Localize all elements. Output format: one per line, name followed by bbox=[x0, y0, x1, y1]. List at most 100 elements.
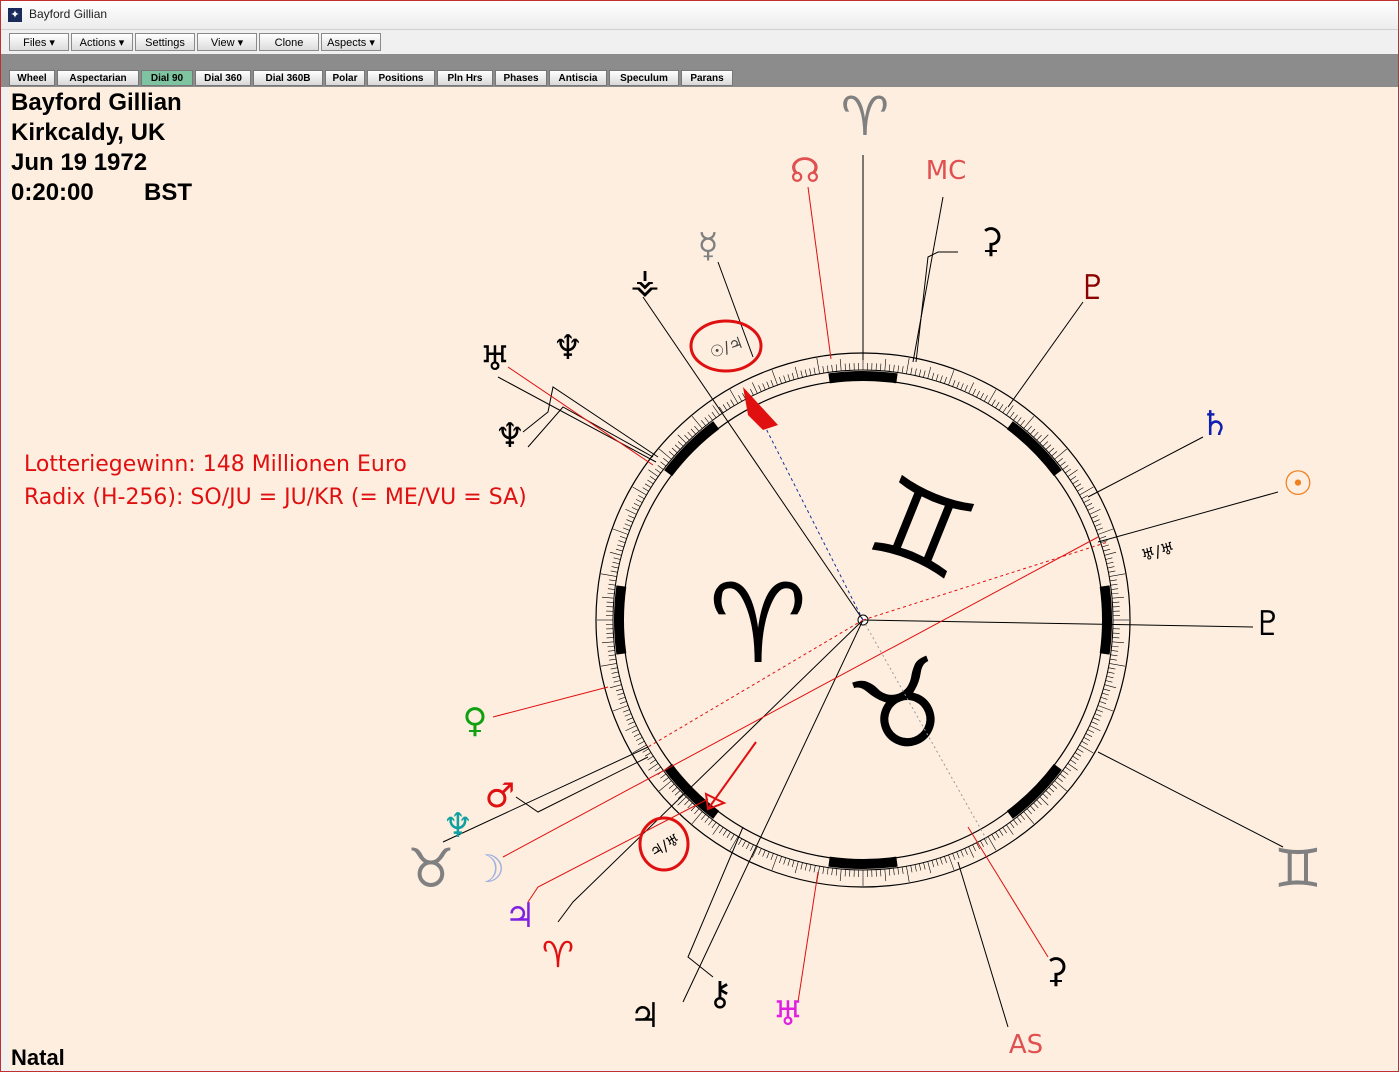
dial-tick bbox=[998, 404, 1004, 411]
dial-tick bbox=[897, 867, 900, 875]
inner-sign-taurus: ♉ bbox=[835, 632, 971, 786]
dial-tick bbox=[609, 658, 617, 661]
tab-wheel[interactable]: Wheel bbox=[9, 70, 55, 86]
glyph-aries-point[interactable]: ♈ bbox=[542, 935, 574, 976]
inner-sign-gemini: ♊ bbox=[853, 451, 992, 607]
dial-tick bbox=[649, 759, 656, 764]
glyph-saturn[interactable]: ♄ bbox=[1200, 404, 1230, 444]
dial-tick bbox=[758, 848, 762, 855]
dial-tick bbox=[1002, 406, 1007, 413]
dial-tick bbox=[1062, 465, 1069, 470]
dial-tick bbox=[1070, 759, 1077, 764]
tab-speculum[interactable]: Speculum bbox=[609, 70, 679, 86]
glyph-venus[interactable]: ♀ bbox=[463, 701, 488, 741]
line-as bbox=[957, 861, 1009, 1028]
dial-tick bbox=[746, 842, 750, 850]
tab-polar[interactable]: Polar bbox=[325, 70, 365, 86]
dial-tick bbox=[1026, 425, 1032, 432]
files-menu-button[interactable]: Files ▾ bbox=[9, 33, 69, 51]
dial-tick bbox=[944, 856, 947, 864]
dial-tick bbox=[1104, 551, 1117, 556]
glyph-kronos[interactable]: ♅ bbox=[480, 339, 510, 379]
dial-tick bbox=[918, 369, 922, 377]
glyph-ceres[interactable]: ⚳ bbox=[979, 221, 1004, 261]
view-menu-button[interactable]: View ▾ bbox=[197, 33, 257, 51]
dial-segment bbox=[1099, 585, 1113, 655]
dial-tick bbox=[826, 867, 829, 875]
dial-tick bbox=[1033, 431, 1039, 438]
dial-tick bbox=[771, 369, 778, 386]
glyph-chiron[interactable]: ⚷ bbox=[708, 974, 733, 1014]
glyph-as[interactable]: AS bbox=[1009, 1030, 1043, 1060]
dial-tick bbox=[1079, 744, 1094, 754]
dial-tick bbox=[635, 737, 643, 741]
glyph-moon[interactable]: ☽ bbox=[471, 847, 505, 891]
dial-tick bbox=[674, 444, 681, 450]
glyph-neptune[interactable]: ♆ bbox=[443, 806, 473, 846]
dial-tick bbox=[995, 401, 1000, 409]
glyph-pluto[interactable]: ♇ bbox=[1078, 268, 1108, 308]
glyph-apollon[interactable]: ⚶ bbox=[631, 262, 660, 302]
dial-tick bbox=[638, 495, 645, 500]
line-zeus-red bbox=[967, 826, 1049, 958]
dial-tick bbox=[835, 868, 838, 876]
chart-canvas[interactable]: Bayford Gillian Kirkcaldy, UK Jun 19 197… bbox=[8, 87, 1397, 1070]
dial-tick bbox=[931, 372, 935, 380]
dial-tick bbox=[1087, 507, 1095, 511]
settings-button[interactable]: Settings bbox=[135, 33, 195, 51]
dial-tick bbox=[1016, 417, 1022, 424]
tab-parans[interactable]: Parans bbox=[681, 70, 733, 86]
glyph-node[interactable]: ☊ bbox=[790, 151, 820, 191]
glyph-hades[interactable]: ♇ bbox=[1253, 604, 1283, 644]
arrow-head-lower bbox=[704, 792, 727, 811]
dial-tick bbox=[1106, 675, 1114, 679]
midpoint-sun-jupiter: ☉/♃ bbox=[707, 333, 746, 363]
glyph-poseidon[interactable]: ♆ bbox=[495, 416, 525, 456]
line-venus bbox=[492, 686, 609, 718]
glyph-mercury[interactable]: ☿ bbox=[698, 226, 719, 266]
dial-tick bbox=[668, 783, 675, 789]
dial-tick bbox=[1059, 773, 1066, 779]
dial-tick bbox=[1101, 544, 1109, 548]
dial-segment bbox=[664, 421, 720, 477]
dial-tick bbox=[613, 557, 621, 560]
dial-tick bbox=[1111, 592, 1119, 595]
dial-tick bbox=[708, 819, 713, 826]
dial-tick bbox=[671, 447, 678, 453]
glyph-sun[interactable]: ☉ bbox=[1283, 464, 1313, 504]
dial-tick bbox=[694, 425, 700, 432]
dial-tick bbox=[888, 868, 891, 876]
tab-pln-hrs[interactable]: Pln Hrs bbox=[437, 70, 493, 86]
dial-tick bbox=[983, 395, 988, 402]
dial-tick bbox=[687, 431, 693, 438]
dial-pointer-arrow[interactable] bbox=[743, 387, 778, 430]
title-bar[interactable]: ✦ Bayford Gillian bbox=[1, 1, 1398, 30]
point-lines bbox=[442, 155, 1284, 1028]
actions-menu-button[interactable]: Actions ▾ bbox=[71, 33, 133, 51]
dial-tick bbox=[800, 862, 803, 870]
glyph-vulcanus[interactable]: ⚳ bbox=[1044, 951, 1069, 991]
dial-tick bbox=[618, 696, 626, 700]
clone-button[interactable]: Clone bbox=[259, 33, 319, 51]
glyph-uranus[interactable]: ♅ bbox=[773, 994, 803, 1034]
dial-tick bbox=[626, 519, 633, 523]
glyph-mars[interactable]: ♂ bbox=[485, 776, 515, 816]
glyph-jupiter[interactable]: ♃ bbox=[505, 896, 535, 936]
glyph-zeus-bottom[interactable]: ♃ bbox=[630, 996, 660, 1036]
dial-tick bbox=[622, 527, 630, 531]
aspects-menu-button[interactable]: Aspects ▾ bbox=[321, 33, 381, 51]
tab-dial-90[interactable]: Dial 90 bbox=[141, 70, 193, 86]
tab-aspectarian[interactable]: Aspectarian bbox=[57, 70, 139, 86]
tab-dial-360b[interactable]: Dial 360B bbox=[253, 70, 323, 86]
dial-tick bbox=[901, 366, 904, 374]
tab-antiscia[interactable]: Antiscia bbox=[549, 70, 607, 86]
dial-tick bbox=[613, 680, 621, 683]
dial-tick bbox=[779, 376, 782, 384]
tab-positions[interactable]: Positions bbox=[367, 70, 435, 86]
glyph-admetos-top[interactable]: ♆ bbox=[553, 328, 583, 368]
dial-tick bbox=[1099, 701, 1107, 704]
tab-phases[interactable]: Phases bbox=[495, 70, 547, 86]
dial-tick bbox=[839, 358, 842, 371]
glyph-mc[interactable]: MC bbox=[926, 156, 967, 186]
tab-dial-360[interactable]: Dial 360 bbox=[195, 70, 251, 86]
